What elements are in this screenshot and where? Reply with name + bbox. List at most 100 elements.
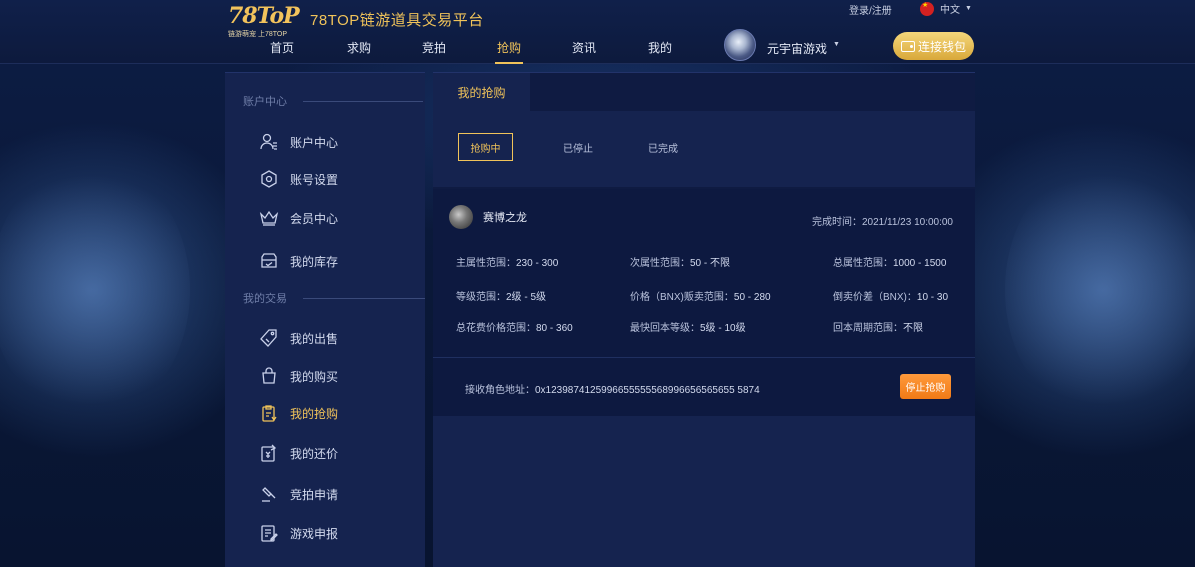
language-label: 中文: [940, 5, 960, 16]
section-title-account: 账户中心: [243, 93, 423, 109]
language-selector[interactable]: 中文 ▼: [920, 1, 972, 16]
address-value: 0x1239874125996655555568996656565655 587…: [535, 385, 760, 396]
sidebar-item-label: 我的抢购: [290, 406, 339, 421]
status-filters: 抢购中 已停止 已完成: [433, 111, 975, 187]
attr-key: 最快回本等级：: [630, 323, 700, 334]
attr-value: 2级 - 5级: [506, 292, 547, 303]
address-label: 接收角色地址：: [465, 385, 535, 396]
attr-key: 主属性范围：: [456, 258, 516, 269]
stop-flash-buy-button[interactable]: 停止抢购: [900, 374, 951, 399]
settings-hexagon-icon: [258, 168, 280, 190]
attr-level-range: 等级范围：2级 - 5级: [456, 288, 546, 303]
sidebar-item-game-report[interactable]: 游戏申报: [258, 521, 338, 545]
attr-secondary-range: 次属性范围：50 - 不限: [630, 254, 730, 269]
attr-key: 等级范围：: [456, 292, 506, 303]
chevron-down-icon[interactable]: ▼: [833, 41, 840, 48]
section-title-text: 我的交易: [243, 293, 287, 305]
sidebar-item-member-center[interactable]: 会员中心: [258, 206, 338, 230]
user-icon: [258, 131, 280, 153]
attr-value: 230 - 300: [516, 258, 559, 269]
filter-completed[interactable]: 已完成: [648, 133, 678, 161]
sidebar-item-label: 我的库存: [290, 254, 339, 269]
section-divider: [303, 297, 425, 299]
nav-news[interactable]: 资讯: [572, 39, 596, 64]
section-divider: [303, 100, 423, 102]
attr-resell-margin: 倒卖价差（BNX)：10 - 30: [833, 288, 948, 303]
avatar: [449, 205, 473, 229]
bargain-icon: [258, 442, 280, 464]
tab-my-flash-buy[interactable]: 我的抢购: [433, 73, 530, 111]
attr-key: 总花费价格范围：: [456, 323, 536, 334]
login-register-link[interactable]: 登录/注册: [849, 2, 892, 17]
nav-buy-request[interactable]: 求购: [347, 39, 371, 64]
sidebar-item-label: 游戏申报: [290, 526, 339, 541]
wallet-icon: [900, 40, 915, 52]
logo-wordmark: 78ToP: [228, 3, 300, 29]
filter-stopped[interactable]: 已停止: [563, 133, 593, 161]
nav-flash-buy[interactable]: 抢购: [494, 39, 524, 64]
nav-mine[interactable]: 我的: [648, 39, 672, 64]
card-header: 赛博之龙: [449, 205, 527, 229]
sidebar-item-inventory[interactable]: 我的库存: [258, 249, 338, 273]
crown-icon: [258, 207, 280, 229]
attr-value: 1000 - 1500: [893, 258, 947, 269]
sidebar-item-label: 会员中心: [290, 211, 339, 226]
sidebar-item-label: 账户中心: [290, 135, 339, 150]
finish-time-label: 完成时间：: [811, 217, 862, 228]
report-edit-icon: [258, 522, 280, 544]
attr-price-range: 价格（BNX)贩卖范围：50 - 280: [630, 288, 771, 303]
top-header: 78ToP 链游萌宠 上78TOP 78TOP链游道具交易平台 登录/注册 中文…: [0, 0, 1195, 64]
attr-value: 50 - 280: [733, 292, 771, 303]
chevron-down-icon: ▼: [965, 5, 972, 12]
sidebar-item-my-flash-buy[interactable]: 我的抢购: [258, 401, 338, 425]
attr-key: 回本周期范围：: [833, 323, 903, 334]
attr-fastest-payback-level: 最快回本等级：5级 - 10级: [630, 319, 746, 334]
attr-value: 10 - 30: [916, 292, 949, 303]
price-tag-icon: [258, 327, 280, 349]
attr-main-range: 主属性范围：230 - 300: [456, 254, 558, 269]
attr-value: 5级 - 10级: [700, 323, 746, 334]
receive-address: 接收角色地址：0x1239874125996655555568996656565…: [465, 381, 760, 396]
attr-key: 倒卖价差（BNX)：: [833, 292, 917, 303]
sidebar-item-label: 我的还价: [290, 446, 339, 461]
user-name: 赛博之龙: [483, 212, 527, 224]
inventory-box-icon: [258, 250, 280, 272]
attr-key: 价格（BNX)贩卖范围：: [630, 292, 734, 303]
main-panel: 我的抢购 抢购中 已停止 已完成 赛博之龙 完成时间：2021/11/23 10…: [433, 72, 975, 567]
finish-time: 完成时间：2021/11/23 10:00:00: [812, 213, 953, 228]
logo-slogan: 链游萌宠 上78TOP: [228, 31, 287, 38]
shopping-bag-icon: [258, 365, 280, 387]
connect-wallet-button[interactable]: 连接钱包: [893, 32, 974, 60]
clipboard-icon: [258, 402, 280, 424]
attr-value: 不限: [903, 323, 923, 334]
nav-auction[interactable]: 竞拍: [422, 39, 446, 64]
finish-time-value: 2021/11/23 10:00:00: [861, 217, 953, 228]
attr-payback-period: 回本周期范围：不限: [833, 319, 923, 334]
sidebar-item-my-counter-offers[interactable]: 我的还价: [258, 441, 338, 465]
china-flag-icon: [920, 1, 934, 16]
game-avatar[interactable]: [724, 29, 756, 61]
site-logo[interactable]: 78ToP 链游萌宠 上78TOP: [228, 4, 304, 42]
sidebar-item-auction-apply[interactable]: 竞拍申请: [258, 482, 338, 506]
sidebar-item-my-purchases[interactable]: 我的购买: [258, 364, 338, 388]
nav-home[interactable]: 首页: [270, 39, 294, 64]
main-empty-area: [433, 416, 975, 567]
sidebar-item-my-sales[interactable]: 我的出售: [258, 326, 338, 350]
sidebar-item-label: 竞拍申请: [290, 487, 339, 502]
left-game-art: [0, 160, 190, 420]
sidebar-item-label: 我的购买: [290, 369, 339, 384]
site-title: 78TOP链游道具交易平台: [310, 12, 484, 29]
section-title-text: 账户中心: [243, 96, 287, 108]
attr-key: 次属性范围：: [630, 258, 690, 269]
flash-buy-card: 赛博之龙 完成时间：2021/11/23 10:00:00 主属性范围：230 …: [433, 189, 975, 416]
section-title-trade: 我的交易: [243, 290, 425, 306]
attr-value: 80 - 360: [536, 323, 573, 334]
card-divider: [433, 357, 975, 358]
sidebar-item-account-center[interactable]: 账户中心: [258, 130, 338, 154]
tab-bar: 我的抢购: [433, 73, 975, 111]
sidebar-item-account-settings[interactable]: 账号设置: [258, 167, 338, 191]
attr-total-range: 总属性范围：1000 - 1500: [833, 254, 946, 269]
filter-in-progress[interactable]: 抢购中: [458, 133, 513, 161]
attr-key: 总属性范围：: [833, 258, 893, 269]
game-name[interactable]: 元宇宙游戏: [767, 40, 827, 57]
